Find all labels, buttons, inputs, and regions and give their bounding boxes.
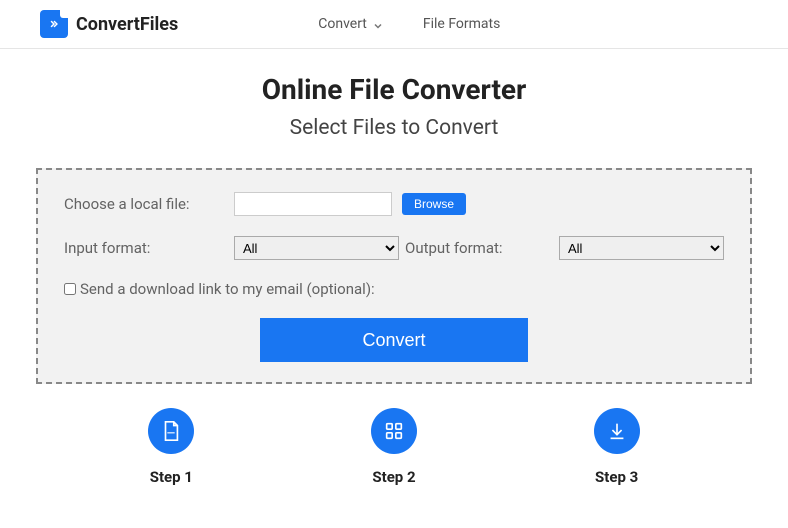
browse-button[interactable]: Browse	[402, 193, 466, 215]
step-2: Step 2	[371, 408, 417, 486]
choose-file-label: Choose a local file:	[64, 195, 234, 213]
logo[interactable]: ConvertFiles	[40, 10, 178, 38]
brand-name: ConvertFiles	[76, 14, 178, 35]
convert-button[interactable]: Convert	[260, 318, 528, 362]
file-input[interactable]	[234, 192, 392, 216]
page-subtitle: Select Files to Convert	[0, 116, 788, 140]
upload-panel: Choose a local file: Browse Input format…	[36, 168, 752, 384]
chevron-down-icon	[373, 19, 383, 29]
hero: Online File Converter Select Files to Co…	[0, 49, 788, 154]
email-row: Send a download link to my email (option…	[64, 280, 724, 298]
step-2-label: Step 2	[372, 468, 415, 486]
grid-icon	[371, 408, 417, 454]
email-checkbox-label: Send a download link to my email (option…	[80, 280, 375, 298]
logo-icon	[40, 10, 68, 38]
nav: Convert File Formats	[318, 16, 500, 32]
output-format-select[interactable]: All	[559, 236, 724, 260]
page-title: Online File Converter	[0, 73, 788, 106]
step-3-label: Step 3	[595, 468, 638, 486]
nav-convert-label: Convert	[318, 16, 367, 32]
email-checkbox[interactable]	[64, 283, 76, 295]
step-1: Step 1	[148, 408, 194, 486]
nav-file-formats[interactable]: File Formats	[423, 16, 500, 32]
input-format-select[interactable]: All	[234, 236, 399, 260]
format-row: Input format: All Output format: All	[64, 236, 724, 260]
file-row: Choose a local file: Browse	[64, 192, 724, 216]
step-1-label: Step 1	[150, 468, 193, 486]
step-3: Step 3	[594, 408, 640, 486]
nav-convert[interactable]: Convert	[318, 16, 383, 32]
input-format-label: Input format:	[64, 239, 234, 257]
file-icon	[148, 408, 194, 454]
download-icon	[594, 408, 640, 454]
header: ConvertFiles Convert File Formats	[0, 0, 788, 49]
output-format-label: Output format:	[405, 239, 503, 257]
steps-row: Step 1 Step 2 Step 3	[60, 408, 728, 486]
nav-formats-label: File Formats	[423, 16, 500, 32]
